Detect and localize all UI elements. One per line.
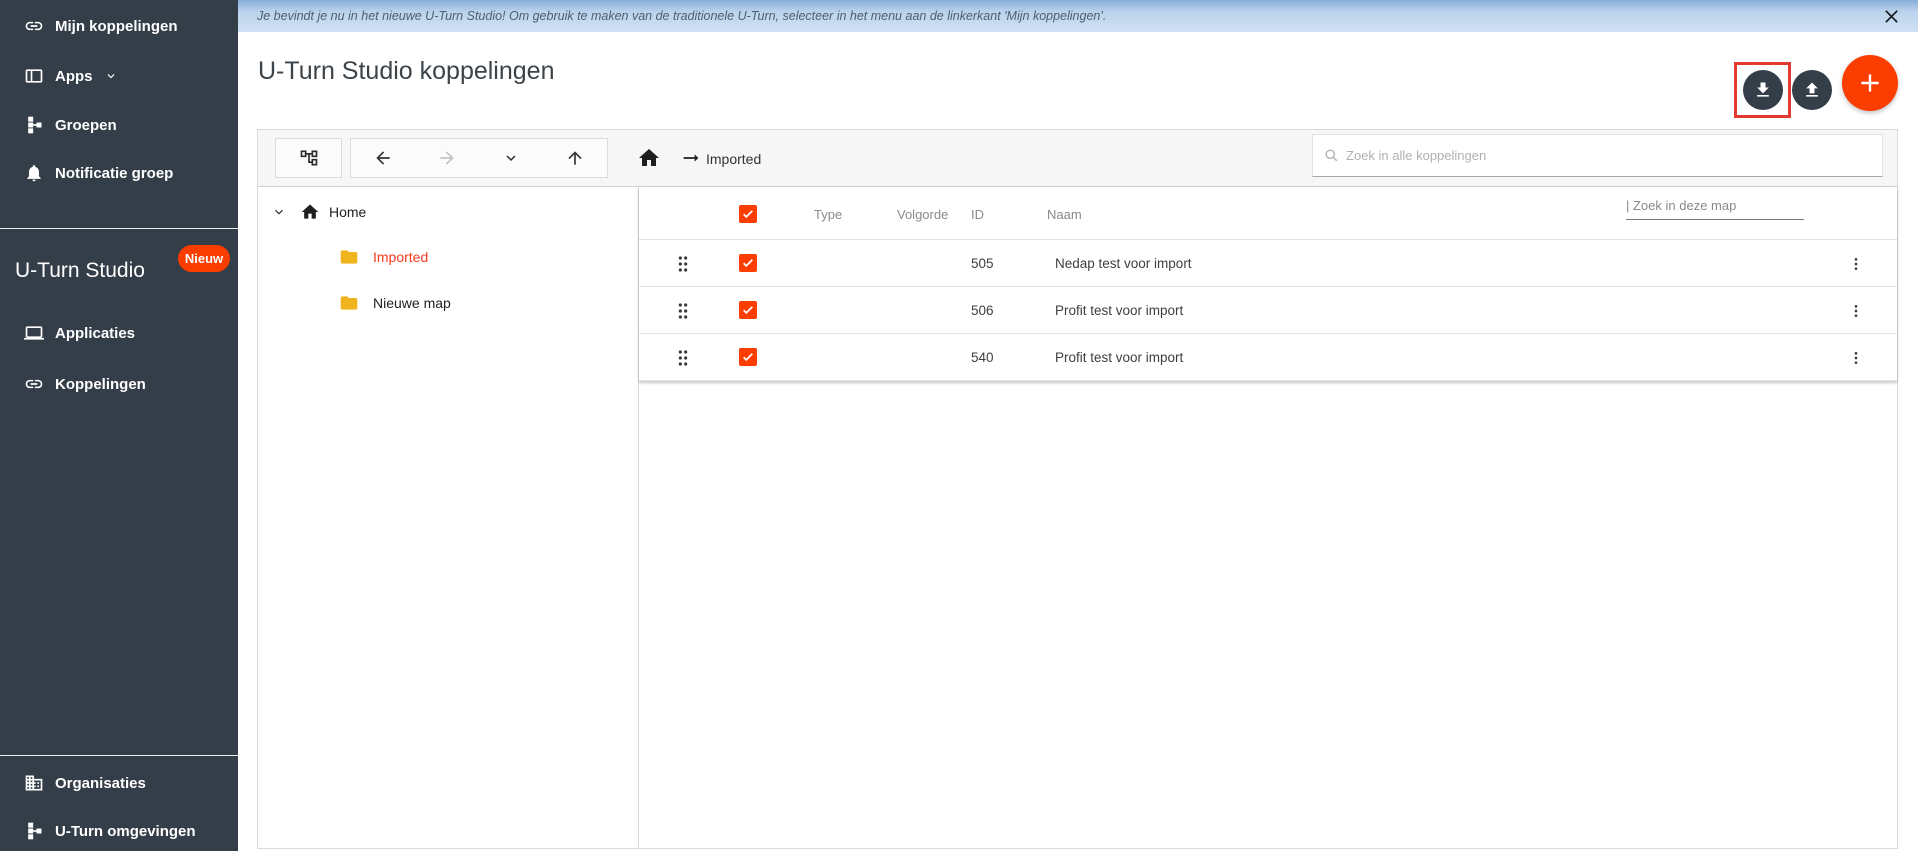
table-row[interactable]: 506 Profit test voor import: [639, 287, 1897, 334]
table-header: Type Volgorde ID Naam: [639, 187, 1897, 240]
search-input[interactable]: [1346, 148, 1882, 163]
back-button[interactable]: [351, 148, 415, 168]
sidebar-divider: [0, 228, 238, 229]
sidebar-divider-bottom: [0, 755, 238, 756]
up-button[interactable]: [543, 148, 607, 168]
apps-window-icon: [24, 66, 44, 86]
upload-icon: [1802, 80, 1822, 100]
cell-id: 506: [971, 303, 994, 318]
tree-view-button[interactable]: [275, 138, 342, 178]
download-icon: [1753, 80, 1773, 100]
drag-handle-icon[interactable]: [675, 254, 691, 274]
sidebar-item-label: Organisaties: [55, 775, 146, 792]
sidebar-section-title: U-Turn Studio: [15, 259, 145, 283]
account-tree-icon: [299, 148, 319, 168]
row-checkbox[interactable]: [739, 301, 757, 319]
app-screen: Mijn koppelingen Apps Groepen Notificati…: [0, 0, 1918, 851]
koppelingen-table: Type Volgorde ID Naam 505: [639, 187, 1897, 381]
tree-node-nieuwe-map[interactable]: Nieuwe map: [339, 289, 451, 317]
info-banner: Je bevindt je nu in het nieuwe U-Turn St…: [238, 0, 1918, 32]
home-icon[interactable]: [637, 146, 661, 170]
expand-button[interactable]: [479, 149, 543, 167]
folder-icon: [339, 293, 359, 313]
nieuw-badge: Nieuw: [178, 245, 230, 272]
koppelingen-card: Imported Home: [257, 129, 1898, 849]
navigation-button-group: [350, 138, 608, 178]
link-icon: [24, 16, 44, 36]
breadcrumb[interactable]: Imported: [706, 151, 761, 167]
folder-toolbar: Imported: [258, 130, 1897, 187]
column-header-id[interactable]: ID: [971, 207, 984, 222]
sidebar-item-label: Groepen: [55, 117, 117, 134]
sidebar-item-koppelingen[interactable]: Koppelingen: [0, 364, 238, 404]
drag-handle-icon[interactable]: [675, 348, 691, 368]
select-all-checkbox[interactable]: [739, 205, 757, 223]
global-search-field[interactable]: [1312, 134, 1883, 177]
tree-node-label: Home: [329, 204, 366, 220]
folder-icon: [339, 247, 359, 267]
sidebar-item-mijn-koppelingen[interactable]: Mijn koppelingen: [0, 6, 238, 46]
sidebar-item-label: Notificatie groep: [55, 165, 173, 182]
sidebar-item-groepen[interactable]: Groepen: [0, 105, 238, 145]
sidebar-item-applicaties[interactable]: Applicaties: [0, 313, 238, 353]
sidebar-item-label: Apps: [55, 68, 93, 85]
cell-id: 540: [971, 350, 994, 365]
sidebar-item-notificatie-groep[interactable]: Notificatie groep: [0, 153, 238, 193]
banner-text: Je bevindt je nu in het nieuwe U-Turn St…: [257, 9, 1106, 23]
sidebar-item-apps[interactable]: Apps: [0, 56, 238, 96]
sidebar-item-organisaties[interactable]: Organisaties: [0, 763, 238, 803]
row-checkbox[interactable]: [739, 254, 757, 272]
plus-icon: [1857, 70, 1883, 96]
forward-button[interactable]: [415, 148, 479, 168]
row-menu-icon[interactable]: [1842, 344, 1870, 372]
sidebar: Mijn koppelingen Apps Groepen Notificati…: [0, 0, 238, 851]
column-header-volgorde[interactable]: Volgorde: [897, 207, 948, 222]
sidebar-item-label: U-Turn omgevingen: [55, 823, 196, 840]
chevron-down-icon[interactable]: [271, 204, 287, 220]
chevron-down-icon: [104, 69, 118, 83]
tree-node-imported[interactable]: Imported: [339, 243, 428, 271]
search-icon: [1324, 148, 1339, 163]
cell-naam: Profit test voor import: [1055, 350, 1183, 365]
sidebar-item-label: Applicaties: [55, 325, 135, 342]
download-button[interactable]: [1743, 70, 1783, 110]
bell-icon: [24, 163, 44, 183]
drag-handle-icon[interactable]: [675, 301, 691, 321]
link-icon: [24, 374, 44, 394]
building-icon: [24, 773, 44, 793]
sidebar-item-label: Mijn koppelingen: [55, 18, 178, 35]
upload-button[interactable]: [1792, 70, 1832, 110]
card-body: Home Imported Nieuwe map: [258, 187, 1897, 848]
breadcrumb-arrow-icon: [680, 147, 702, 169]
tree-node-label: Nieuwe map: [373, 295, 451, 311]
cell-naam: Profit test voor import: [1055, 303, 1183, 318]
cell-id: 505: [971, 256, 994, 271]
laptop-icon: [24, 323, 44, 343]
tree-node-home[interactable]: Home: [258, 198, 366, 226]
table-row[interactable]: 505 Nedap test voor import: [639, 240, 1897, 287]
sidebar-item-label: Koppelingen: [55, 376, 146, 393]
close-icon[interactable]: [1878, 3, 1904, 29]
row-checkbox[interactable]: [739, 348, 757, 366]
column-header-type[interactable]: Type: [814, 207, 842, 222]
cell-naam: Nedap test voor import: [1055, 256, 1192, 271]
tree-node-label: Imported: [373, 249, 428, 265]
add-button[interactable]: [1842, 55, 1898, 111]
folder-search-input[interactable]: [1626, 192, 1804, 220]
hierarchy-icon: [24, 821, 44, 841]
koppelingen-table-panel: Type Volgorde ID Naam 505: [639, 187, 1897, 848]
row-menu-icon[interactable]: [1842, 297, 1870, 325]
hierarchy-icon: [24, 115, 44, 135]
table-row[interactable]: 540 Profit test voor import: [639, 334, 1897, 381]
sidebar-item-uturn-omgevingen[interactable]: U-Turn omgevingen: [0, 811, 238, 851]
page-title: U-Turn Studio koppelingen: [258, 57, 554, 86]
home-icon: [300, 202, 320, 222]
column-header-naam[interactable]: Naam: [1047, 207, 1082, 222]
row-menu-icon[interactable]: [1842, 250, 1870, 278]
folder-tree-panel: Home Imported Nieuwe map: [258, 187, 639, 848]
